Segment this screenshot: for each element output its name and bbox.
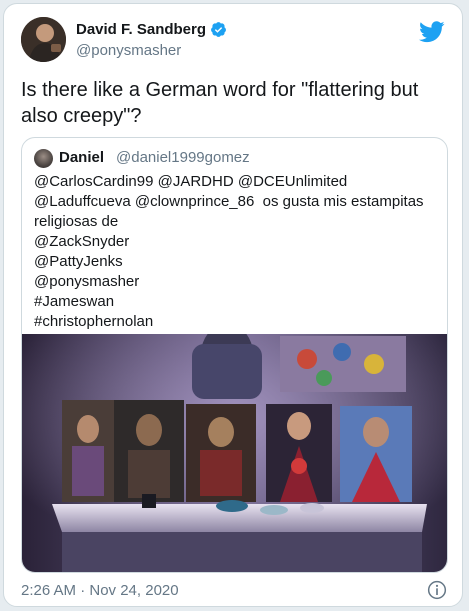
author-avatar[interactable] <box>21 17 66 62</box>
tweet-timestamp[interactable]: 2:26 AM · Nov 24, 2020 <box>21 582 179 599</box>
tweet-text: Is there like a German word for "flatter… <box>21 79 419 127</box>
quoted-tweet-text: @CarlosCardin99 @JARDHD @DCEUnlimited @L… <box>34 173 424 330</box>
quoted-author-avatar[interactable] <box>34 149 53 168</box>
verified-badge-icon <box>211 22 226 37</box>
author-handle[interactable]: @ponysmasher <box>76 42 181 59</box>
quoted-author-name[interactable]: Daniel <box>59 149 104 166</box>
quoted-tweet-photo[interactable] <box>22 334 447 572</box>
quoted-author-handle[interactable]: @daniel1999gomez <box>116 149 250 166</box>
info-icon[interactable] <box>427 580 447 600</box>
tweet-card: David F. Sandberg @ponysmasher Is there … <box>3 3 463 607</box>
quoted-tweet[interactable]: Daniel @daniel1999gomez @CarlosCardin99 … <box>21 137 448 573</box>
twitter-bird-icon[interactable] <box>419 21 445 43</box>
author-name-row[interactable]: David F. Sandberg <box>76 21 227 38</box>
author-name[interactable]: David F. Sandberg <box>76 21 206 38</box>
